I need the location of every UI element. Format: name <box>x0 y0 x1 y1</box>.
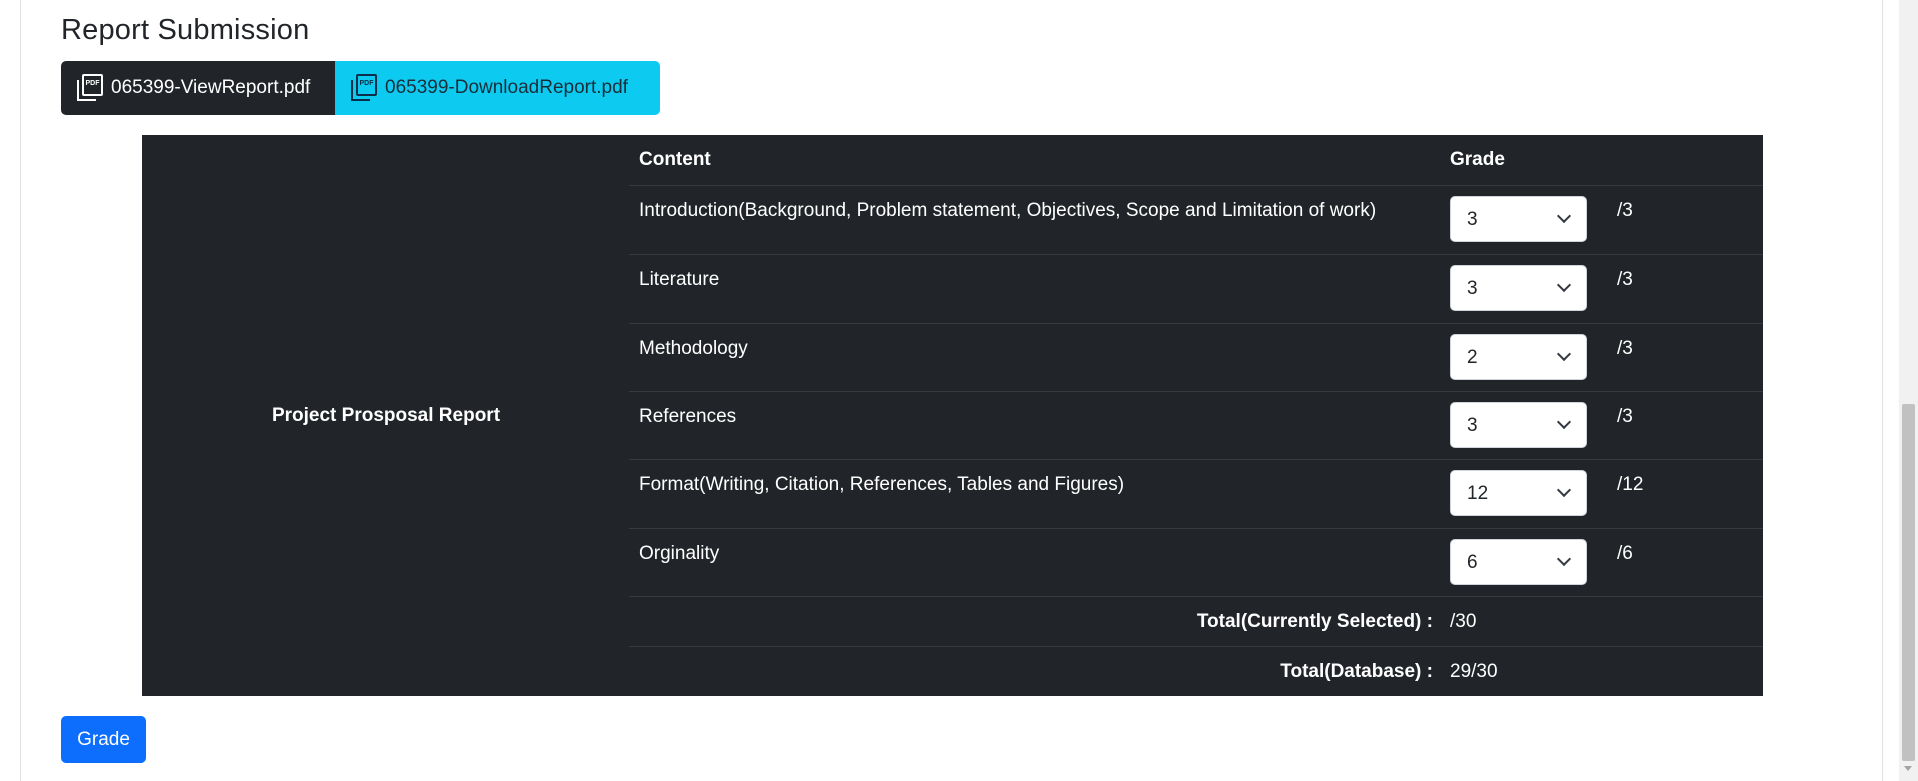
criteria-max: /6 <box>1617 543 1633 564</box>
criteria-row: Orginality 6 /6 <box>629 528 1763 596</box>
chevron-down-icon <box>1556 277 1572 293</box>
file-pdf-icon: PDF <box>351 74 377 102</box>
criteria-max: /3 <box>1617 269 1633 290</box>
criteria-name: References <box>639 406 737 427</box>
content-left-border <box>20 0 21 781</box>
total-database-label: Total(Database) : <box>1280 661 1433 682</box>
grade-select[interactable]: 2 <box>1450 334 1587 380</box>
chevron-down-icon <box>1556 346 1572 362</box>
criteria-name: Literature <box>639 269 720 290</box>
grade-select-value: 3 <box>1467 415 1478 436</box>
scroll-down-arrow-icon[interactable] <box>1904 766 1912 771</box>
grade-select[interactable]: 3 <box>1450 265 1587 311</box>
column-header-grade: Grade <box>1450 149 1505 170</box>
criteria-row: Format(Writing, Citation, References, Ta… <box>629 459 1763 528</box>
page-title: Report Submission <box>61 14 310 46</box>
scrollbar-thumb[interactable] <box>1902 404 1915 761</box>
chevron-down-icon <box>1556 414 1572 430</box>
chevron-down-icon <box>1556 208 1572 224</box>
vertical-scrollbar[interactable] <box>1899 0 1918 781</box>
grade-select[interactable]: 3 <box>1450 402 1587 448</box>
total-current-value: /30 <box>1450 611 1477 632</box>
total-current-label: Total(Currently Selected) : <box>1196 611 1433 632</box>
criteria-name: Introduction(Background, Problem stateme… <box>639 200 1377 221</box>
grade-select[interactable]: 6 <box>1450 539 1587 585</box>
grade-select-value: 3 <box>1467 278 1478 299</box>
chevron-down-icon <box>1556 482 1572 498</box>
criteria-row: Introduction(Background, Problem stateme… <box>629 185 1763 254</box>
grade-select-value: 2 <box>1467 347 1478 368</box>
criteria-name: Format(Writing, Citation, References, Ta… <box>639 474 1125 495</box>
chevron-down-icon <box>1556 551 1572 567</box>
download-report-label: 065399-DownloadReport.pdf <box>385 77 628 98</box>
grade-select-value: 3 <box>1467 209 1478 230</box>
grade-select[interactable]: 12 <box>1450 470 1587 516</box>
total-current-row: Total(Currently Selected) : /30 <box>629 596 1763 646</box>
criteria-max: /3 <box>1617 200 1633 221</box>
column-header-content: Content <box>639 149 711 170</box>
section-label: Project Prosposal Report <box>271 404 501 426</box>
grading-table: Project Prosposal Report Content Grade I… <box>142 135 1763 696</box>
criteria-row: Literature 3 /3 <box>629 254 1763 323</box>
criteria-max: /3 <box>1617 338 1633 359</box>
criteria-name: Methodology <box>639 338 748 359</box>
criteria-row: Methodology 2 /3 <box>629 323 1763 391</box>
grade-select-value: 12 <box>1467 483 1489 504</box>
download-report-button[interactable]: PDF 065399-DownloadReport.pdf <box>335 61 660 115</box>
criteria-max: /3 <box>1617 406 1633 427</box>
view-report-label: 065399-ViewReport.pdf <box>111 77 311 98</box>
criteria-name: Orginality <box>639 543 720 564</box>
grade-select[interactable]: 3 <box>1450 196 1587 242</box>
grade-select-value: 6 <box>1467 552 1478 573</box>
criteria-max: /12 <box>1617 474 1644 495</box>
report-file-buttons: PDF 065399-ViewReport.pdf PDF 065399-Dow… <box>61 61 660 115</box>
grade-button[interactable]: Grade <box>61 716 146 763</box>
total-database-row: Total(Database) : 29/30 <box>629 646 1763 696</box>
view-report-button[interactable]: PDF 065399-ViewReport.pdf <box>61 61 335 115</box>
criteria-row: References 3 /3 <box>629 391 1763 459</box>
file-pdf-icon: PDF <box>77 74 103 102</box>
total-database-value: 29/30 <box>1450 661 1498 682</box>
content-right-border <box>1882 0 1883 781</box>
